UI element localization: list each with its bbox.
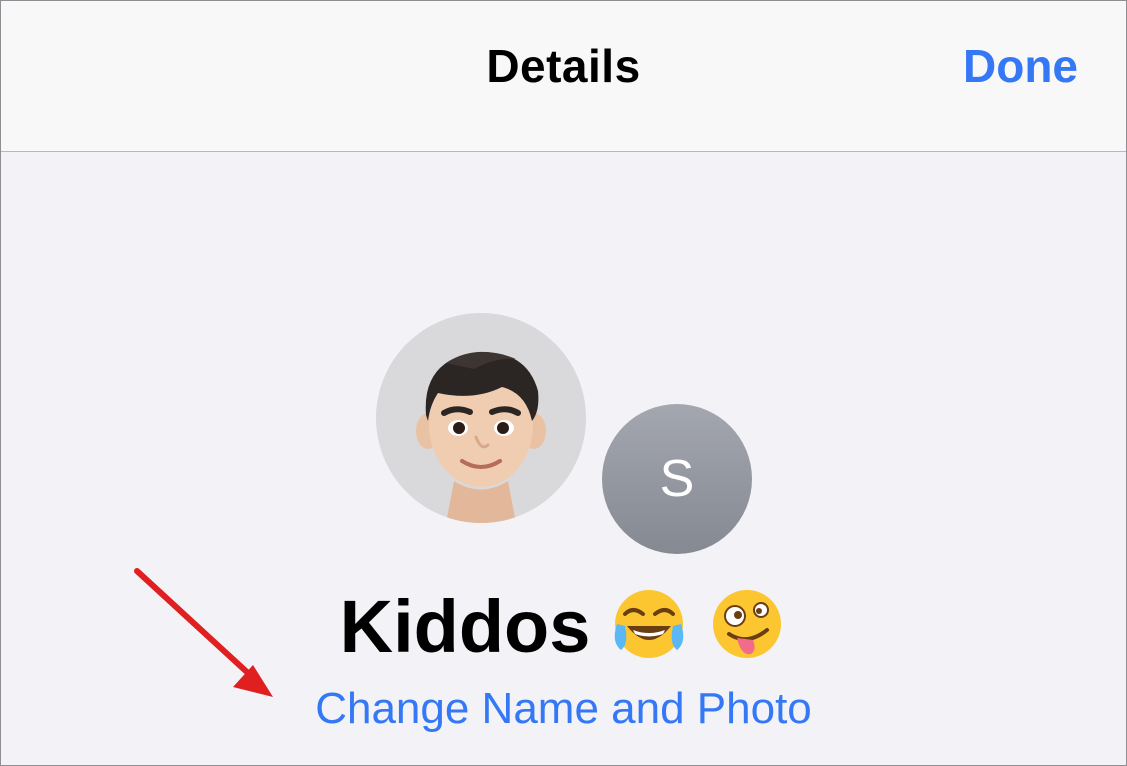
face-with-tears-of-joy-emoji <box>609 584 689 669</box>
page-title: Details <box>486 40 641 92</box>
memoji-avatar-icon <box>376 313 586 523</box>
done-button[interactable]: Done <box>963 39 1078 93</box>
red-arrow-annotation <box>134 568 273 697</box>
details-screen: Details Done S Kiddos Change Name and Ph… <box>0 0 1127 766</box>
zany-face-emoji <box>707 584 787 669</box>
group-name: Kiddos <box>339 585 591 668</box>
member-initial-avatar: S <box>602 404 752 554</box>
navigation-bar: Details Done <box>1 1 1126 152</box>
